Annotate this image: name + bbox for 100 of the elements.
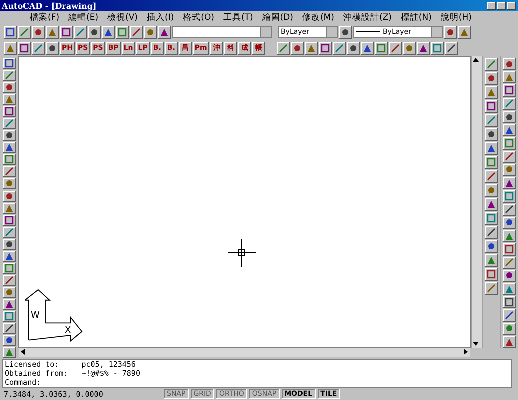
tool-icon[interactable]: [503, 164, 516, 176]
tool-icon[interactable]: [485, 170, 498, 183]
tool-icon[interactable]: [102, 26, 115, 38]
close-button[interactable]: [507, 2, 516, 10]
tool-icon[interactable]: [503, 336, 516, 348]
menu-item[interactable]: 檔案(F): [30, 12, 60, 24]
tool-icon[interactable]: [503, 58, 516, 70]
tool-icon[interactable]: [503, 137, 516, 150]
tool-icon[interactable]: [445, 42, 458, 54]
scroll-arrow-icon[interactable]: [19, 348, 27, 356]
tool-icon[interactable]: [46, 42, 59, 54]
menu-item[interactable]: 工具(T): [223, 12, 254, 24]
tool-icon[interactable]: [503, 243, 516, 256]
tool-icon[interactable]: [2, 275, 16, 286]
tool-icon[interactable]: [503, 270, 516, 282]
tool-icon[interactable]: [2, 118, 16, 129]
menu-item[interactable]: 檢視(V): [108, 12, 138, 24]
tool-icon[interactable]: [444, 26, 457, 38]
tool-icon[interactable]: [503, 177, 516, 190]
tool-icon[interactable]: [389, 42, 402, 54]
tool-icon[interactable]: [18, 42, 31, 54]
tool-icon[interactable]: [74, 26, 87, 38]
tool-icon[interactable]: [485, 254, 498, 267]
tool-icon[interactable]: [116, 26, 129, 38]
drawing-area[interactable]: W X: [18, 56, 471, 348]
tool-icon[interactable]: [503, 71, 516, 84]
tool-icon[interactable]: [305, 42, 318, 54]
tool-icon[interactable]: [2, 203, 16, 214]
tool-icon[interactable]: [277, 42, 290, 54]
tool-icon[interactable]: [503, 309, 516, 322]
tool-icon[interactable]: [144, 26, 157, 38]
tool-icon[interactable]: [333, 42, 346, 54]
tool-icon[interactable]: [485, 198, 498, 211]
scroll-arrow-icon[interactable]: [472, 56, 480, 64]
tool-icon[interactable]: [347, 42, 360, 54]
tool-icon[interactable]: [88, 26, 101, 38]
tool-icon[interactable]: [2, 58, 16, 69]
tool-icon[interactable]: [485, 282, 498, 295]
tool-icon[interactable]: [130, 26, 143, 38]
tool-icon[interactable]: [485, 72, 498, 85]
tool-icon[interactable]: [18, 26, 31, 38]
tool-icon[interactable]: [319, 42, 332, 54]
tool-icon[interactable]: [403, 42, 416, 54]
tool-icon[interactable]: [2, 251, 16, 262]
tool-icon[interactable]: [503, 282, 516, 296]
maximize-button[interactable]: [497, 2, 506, 10]
tool-icon[interactable]: [2, 215, 16, 226]
menu-item[interactable]: 說明(H): [440, 12, 472, 24]
tool-icon[interactable]: [503, 322, 516, 335]
tool-icon[interactable]: [32, 42, 45, 54]
tool-icon[interactable]: [2, 347, 16, 358]
tool-icon[interactable]: [485, 268, 498, 281]
menu-item[interactable]: 沖模設計(Z): [343, 12, 392, 24]
tool-icon[interactable]: [60, 26, 73, 38]
tool-icon[interactable]: [503, 296, 516, 308]
tool-icon[interactable]: [503, 256, 516, 269]
menu-item[interactable]: 格式(O): [183, 12, 214, 24]
tool-icon[interactable]: [485, 100, 498, 113]
tool-icon[interactable]: [2, 130, 16, 141]
tool-icon[interactable]: [485, 184, 498, 197]
tool-icon[interactable]: [485, 142, 498, 155]
tool-icon[interactable]: [46, 26, 59, 38]
horizontal-scrollbar[interactable]: [19, 348, 470, 357]
menu-item[interactable]: 插入(I): [147, 12, 174, 24]
tool-icon[interactable]: [2, 70, 16, 81]
tool-icon[interactable]: [2, 142, 16, 153]
tool-icon[interactable]: [485, 114, 498, 127]
tool-icon[interactable]: [4, 26, 17, 38]
tool-icon[interactable]: [2, 82, 16, 93]
tool-icon[interactable]: [485, 212, 498, 225]
tool-icon[interactable]: [2, 311, 16, 322]
tool-icon[interactable]: [2, 227, 16, 238]
tool-icon[interactable]: [485, 226, 498, 239]
minimize-button[interactable]: [487, 2, 496, 10]
menu-item[interactable]: 編輯(E): [68, 12, 99, 24]
menu-item[interactable]: 修改(M): [302, 12, 334, 24]
tool-icon[interactable]: [2, 166, 16, 177]
tool-icon[interactable]: [339, 26, 352, 38]
tool-icon[interactable]: [375, 42, 388, 54]
tool-icon[interactable]: [503, 204, 516, 216]
layer-dropdown[interactable]: [172, 26, 272, 38]
tool-icon[interactable]: [361, 42, 374, 54]
tool-icon[interactable]: [291, 42, 304, 54]
tool-icon[interactable]: [2, 191, 16, 202]
tool-icon[interactable]: [485, 156, 498, 169]
tool-icon[interactable]: [2, 299, 16, 310]
tool-icon[interactable]: [503, 110, 516, 124]
tool-icon[interactable]: [2, 263, 16, 274]
tool-icon[interactable]: [503, 84, 516, 97]
tool-icon[interactable]: [2, 323, 16, 334]
tool-icon[interactable]: [2, 178, 16, 189]
tool-icon[interactable]: [485, 240, 498, 253]
tool-icon[interactable]: [158, 26, 171, 38]
tool-icon[interactable]: [503, 98, 516, 110]
tool-icon[interactable]: [485, 58, 498, 71]
tool-icon[interactable]: [485, 128, 498, 141]
tool-icon[interactable]: [503, 190, 516, 203]
tool-icon[interactable]: [2, 154, 16, 165]
tool-icon[interactable]: [503, 150, 516, 163]
menu-item[interactable]: 繪圖(D): [262, 12, 294, 24]
